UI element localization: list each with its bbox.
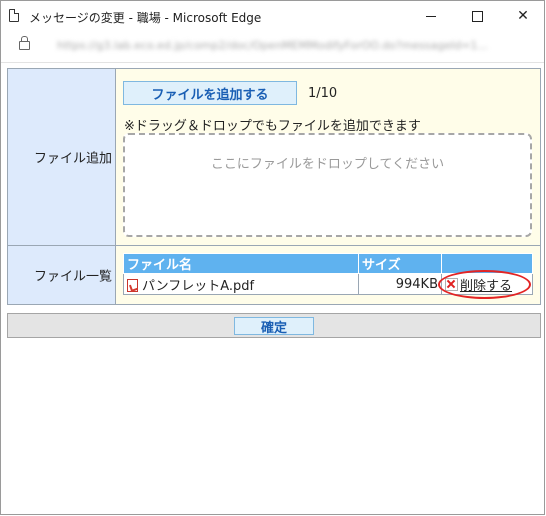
message-edit-form: ファイル追加 ファイルを追加する 1/10 ※ドラッグ＆ドロップでもファイルを追… [7,68,541,305]
address-bar[interactable]: https://g3.lab.eco.ed.jp/comp2/doc/OpenM… [1,31,544,63]
page-icon [9,9,19,22]
url-text[interactable]: https://g3.lab.eco.ed.jp/comp2/doc/OpenM… [57,39,488,52]
column-header-filename: ファイル名 [123,253,359,274]
file-name: パンフレットA.pdf [142,278,255,294]
add-file-button[interactable]: ファイルを追加する [123,81,297,105]
minimize-icon [426,15,436,17]
title-bar: メッセージの変更 - 職場 - Microsoft Edge ✕ [1,1,544,31]
minimize-button[interactable] [408,1,454,31]
browser-window: メッセージの変更 - 職場 - Microsoft Edge ✕ https:/… [0,0,545,515]
pdf-icon [127,278,138,292]
file-dropzone[interactable]: ここにファイルをドロップしてください [123,133,532,237]
close-icon: ✕ [517,8,529,24]
file-add-label-cell: ファイル追加 [8,69,116,245]
file-add-label: ファイル追加 [33,151,112,167]
file-list-label-cell: ファイル一覧 [8,246,116,304]
file-count: 1/10 [308,86,338,101]
file-list-label: ファイル一覧 [33,269,112,285]
close-button[interactable]: ✕ [500,1,546,31]
maximize-icon [471,10,483,22]
dropzone-text: ここにファイルをドロップしてください [210,157,445,172]
column-header-size: サイズ [358,253,442,274]
lock-icon [19,36,30,50]
highlight-ring [438,270,531,299]
window-title: メッセージの変更 - 職場 - Microsoft Edge [29,11,262,25]
file-add-row: ファイル追加 ファイルを追加する 1/10 ※ドラッグ＆ドロップでもファイルを追… [8,69,540,246]
maximize-button[interactable] [454,1,500,31]
confirm-button[interactable]: 確定 [234,317,314,336]
file-name-cell: パンフレットA.pdf [123,273,359,295]
file-add-value-cell: ファイルを追加する 1/10 ※ドラッグ＆ドロップでもファイルを追加できます こ… [116,69,540,245]
drag-drop-note: ※ドラッグ＆ドロップでもファイルを追加できます [124,119,421,134]
action-bar: 確定 [7,313,541,338]
file-size: 994KB [358,273,442,295]
